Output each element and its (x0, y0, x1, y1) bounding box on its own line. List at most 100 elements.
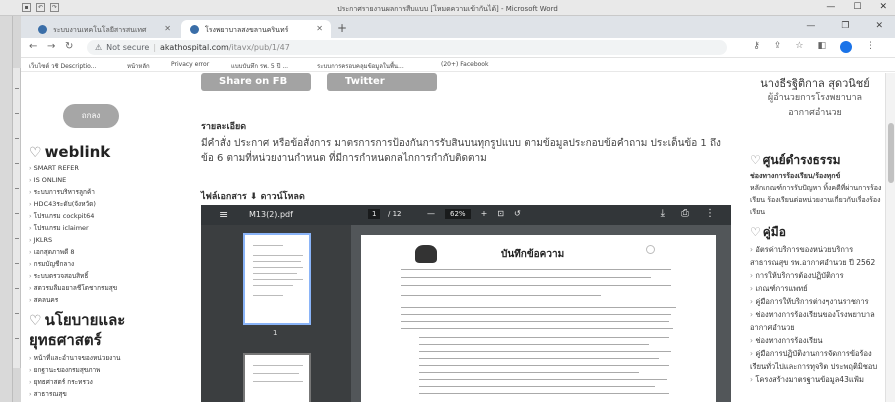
sidebar-link[interactable]: สคลนคร (29, 294, 117, 306)
share-facebook-button[interactable]: Share on FB (201, 73, 311, 91)
pdf-actions: ⤓ ⎙ ⋮ (661, 208, 715, 219)
extensions-icon[interactable]: ◧ (817, 41, 826, 53)
scrollbar-thumb[interactable] (888, 123, 894, 183)
sidebar-link[interactable]: ระบบตรวจสอบสิทธิ์ (29, 270, 117, 282)
policy-list: หน้าที่และอำนาจของหน่วยงาน ยกฐานะของกรมส… (29, 352, 121, 400)
bookmark-item[interactable]: แบบบันทึก รพ. 5 ปี ... (231, 61, 288, 71)
restore-browser-icon[interactable]: ❐ (841, 21, 849, 31)
url-domain: akathospital.com (160, 43, 229, 52)
sidebar-link[interactable]: โปรแกรม cockpit64 (29, 210, 117, 222)
browser-window: ระบบงานเทคโนโลยีสารสนเทศ ✕ โรงพยาบาลสงขล… (21, 16, 895, 402)
reload-icon[interactable]: ↻ (65, 41, 73, 52)
download-icon[interactable]: ⬇ (250, 192, 258, 202)
director-role: ผู้อำนวยการโรงพยาบาลอากาศอำนวย (767, 93, 863, 118)
article: Share on FB Twitter รายละเอียด มีคำสั่ง … (201, 73, 731, 402)
bookmark-item[interactable]: หน้าหลัก (127, 61, 150, 71)
bookmark-item[interactable]: Privacy error (171, 61, 209, 68)
sidebar-link[interactable]: สาธารณสุข (29, 388, 120, 400)
forward-icon[interactable]: → (47, 41, 55, 52)
login-button[interactable]: ถกลง (63, 104, 119, 128)
warning-icon: ⚠ (95, 43, 103, 52)
screen: { "word": { "title": "ประกาศรายงานผลการส… (0, 0, 895, 402)
page-thumbnail[interactable] (243, 233, 311, 325)
zoom-level-input[interactable]: 62% (445, 209, 471, 219)
sidebar-link[interactable]: เอกสุดภาพดี 8 (29, 246, 117, 258)
sidebar-link[interactable]: หน้าที่และอำนาจของหน่วยงาน (29, 352, 121, 364)
page-number-input[interactable]: 1 (368, 209, 381, 219)
sidebar-link[interactable]: กรมบัญชีกลาง (29, 258, 117, 270)
manual-link[interactable]: อัตรค่าบริการของหน่วยบริการสาธารณสุข รพ.… (750, 243, 882, 269)
browser-tab[interactable]: ระบบงานเทคโนโลยีสารสนเทศ ✕ (29, 20, 179, 38)
bookmark-item[interactable]: (20+) Facebook (441, 61, 488, 68)
site-favicon-icon (190, 25, 199, 34)
rotate-icon[interactable]: ↺ (514, 209, 521, 219)
share-twitter-button[interactable]: Twitter (327, 73, 437, 91)
heart-hands-icon: ♡ (29, 145, 42, 161)
garuda-emblem-icon (415, 245, 437, 263)
browser-toolbar: ← → ↻ ⚠ Not secure | akathospital.com/itavx… (21, 38, 895, 58)
sidebar-link[interactable]: สตวรมลืมอยาลชีโตชากรมสุข (29, 282, 118, 294)
zoom-controls: — 62% + ⊡ ↺ (427, 209, 521, 219)
sidebar-link[interactable]: ยกฐานะของกรมสุขภาพ (29, 364, 120, 376)
page-content: ถกลง ♡weblink SMART REFER IS ONLINE ระบบ… (21, 73, 895, 402)
not-secure-label: Not secure (106, 43, 150, 52)
pdf-viewer: ≡ M13(2).pdf 1 / 12 — 62% + ⊡ ↺ ⤓ ⎙ ⋮ 1 … (201, 205, 731, 402)
share-icon[interactable]: ⇪ (774, 41, 782, 53)
browser-tab-active[interactable]: โรงพยาบาลสงขลานครินทร์ ✕ (181, 20, 331, 38)
maximize-button[interactable]: ☐ (853, 2, 861, 12)
complaint-center-heading: ♡ ศูนย์ดำรงธรรม (750, 153, 841, 167)
heart-hands-icon: ♡ (750, 225, 761, 239)
address-bar[interactable]: ⚠ Not secure | akathospital.com/itavx/pub/1… (87, 40, 727, 55)
complaint-channel-link[interactable]: ช่องทางการร้องเรียน/ร้องทุกข์ (750, 170, 882, 182)
more-options-icon[interactable]: ⋮ (705, 208, 715, 219)
thumbnail-page-number: 1 (273, 329, 278, 337)
sidebar-link[interactable]: ยุทธศาสตร์ กระทรวง (29, 376, 120, 388)
manual-link[interactable]: การให้บริการต้องปฏิบัติการ (750, 269, 882, 282)
pdf-filename: M13(2).pdf (249, 210, 293, 219)
details-text: มีคำสั่ง ประกาศ หรือข้อสั่งการ มาตรการกา… (201, 138, 721, 164)
bookmark-star-icon[interactable]: ☆ (795, 41, 803, 53)
sidebar-link[interactable]: SMART REFER (29, 162, 117, 174)
back-icon[interactable]: ← (29, 41, 37, 52)
tab-title: โรงพยาบาลสงขลานครินทร์ (205, 26, 289, 34)
details-label: รายละเอียด (201, 122, 247, 132)
pdf-page: บันทึกข้อความ (361, 235, 716, 402)
menu-dots-icon[interactable]: ⋮ (866, 41, 875, 53)
new-tab-icon[interactable]: + (337, 21, 347, 35)
manual-link[interactable]: โครงสร้างมาตรฐานข้อมูล43แฟ้ม (750, 373, 882, 386)
manual-link[interactable]: เกณฑ์การแพทย์ (750, 282, 882, 295)
sidebar-link[interactable]: IS ONLINE (29, 174, 117, 186)
zoom-out-icon[interactable]: — (427, 209, 435, 219)
download-link[interactable]: ดาวน์โหลด (261, 192, 305, 202)
print-icon[interactable]: ⎙ (681, 208, 689, 219)
minimize-browser-icon[interactable]: — (806, 21, 815, 31)
fit-page-icon[interactable]: ⊡ (497, 209, 504, 219)
sidebar-link[interactable]: โปรแกรม iclaimer (29, 222, 117, 234)
minimize-button[interactable]: — (826, 2, 835, 12)
weblink-heading: ♡ weblink (29, 143, 111, 161)
close-browser-icon[interactable]: ✕ (875, 21, 883, 31)
word-left-gutter (0, 16, 13, 402)
close-tab-icon[interactable]: ✕ (316, 24, 323, 33)
sidebar-link[interactable]: HDC43ระดับ(จังหวัด) (29, 198, 117, 210)
menu-icon[interactable]: ≡ (219, 208, 228, 221)
sidebar-link[interactable]: JKLRS (29, 234, 117, 246)
manual-link[interactable]: ช่องทางการร้องเรียน (750, 334, 882, 347)
profile-avatar[interactable] (840, 41, 852, 53)
manual-link[interactable]: คู่มือการปฏิบัติงานการจัดการข้อร้องเรียน… (750, 347, 882, 373)
bookmark-item[interactable]: เว็บไซต์ วชิ Descriptio... (29, 61, 96, 71)
sidebar-link[interactable]: ระบบการบริหารลูกค้า (29, 186, 117, 198)
zoom-in-icon[interactable]: + (481, 209, 488, 219)
close-tab-icon[interactable]: ✕ (164, 24, 171, 33)
key-icon[interactable]: ⚷ (753, 41, 760, 53)
bookmark-item[interactable]: ระบบการครอบคลุมข้อมูลในพื้น... (317, 61, 404, 71)
page-total: / 12 (388, 210, 402, 218)
memo-title: บันทึกข้อความ (501, 249, 565, 260)
close-button[interactable]: ✕ (879, 2, 887, 12)
page-thumbnail[interactable] (243, 353, 311, 402)
download-pdf-icon[interactable]: ⤓ (661, 208, 665, 219)
manual-link[interactable]: ช่องทางการร้องเรียนของโรงพยาบาลอากาศอำนว… (750, 308, 882, 334)
attachment-label: ไฟล์เอกสาร ⬇ ดาวน์โหลด (201, 192, 305, 202)
page-scrollbar[interactable] (885, 73, 895, 402)
manual-link[interactable]: คู่มือการให้บริการต่างๆงานราชการ (750, 295, 882, 308)
